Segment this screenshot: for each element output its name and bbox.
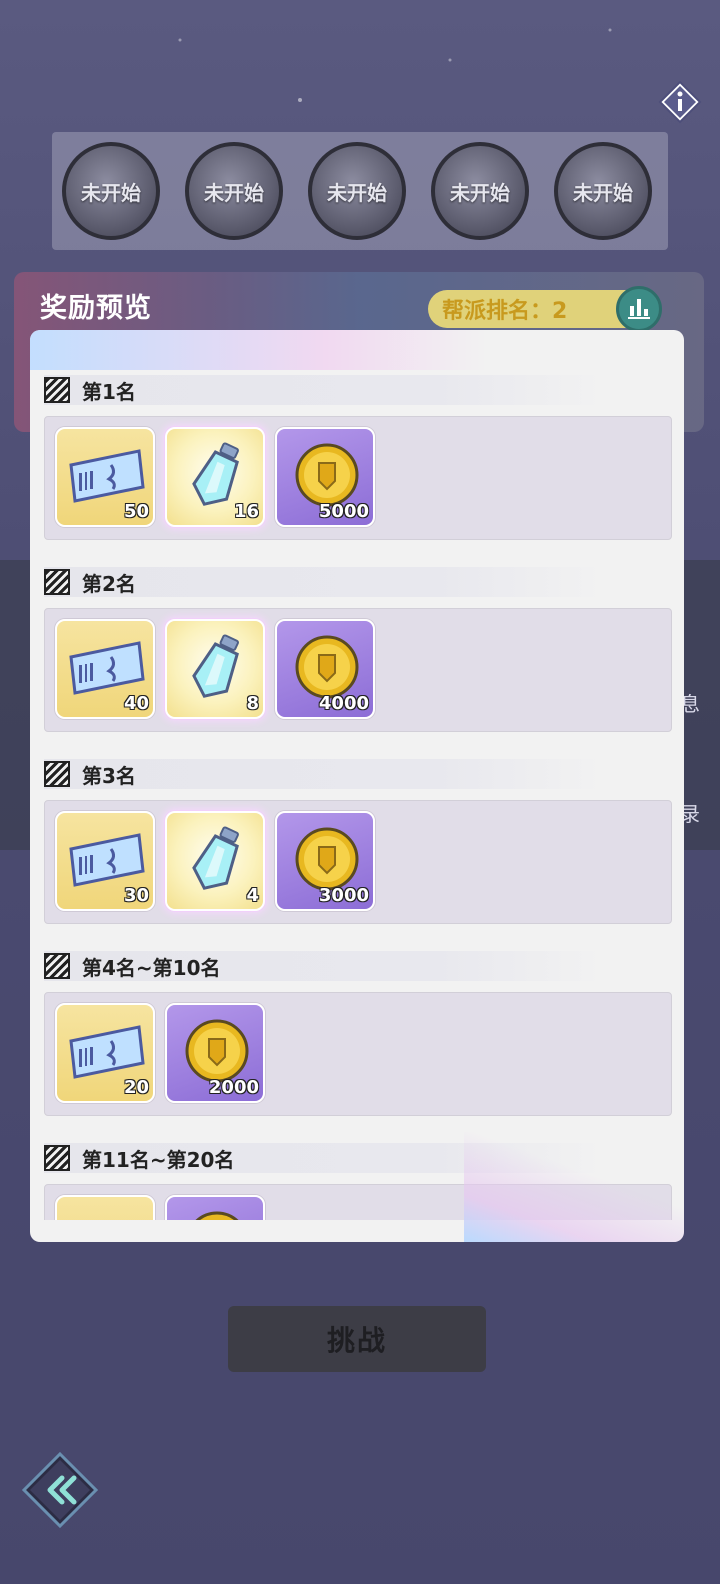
stripe-icon <box>44 953 70 979</box>
gold-coin-icon <box>195 1211 239 1220</box>
stage-node-5[interactable]: 未开始 <box>554 142 652 240</box>
reward-count: 8 <box>246 693 259 714</box>
tier-reward-box: 20 2000 <box>44 992 672 1116</box>
reward-item-gem[interactable]: 4 <box>165 811 265 911</box>
bar-chart-icon <box>628 299 650 319</box>
reward-count: 5000 <box>318 501 369 522</box>
tier-label: 第4名~第10名 <box>82 955 221 980</box>
stripe-icon <box>44 569 70 595</box>
reward-list[interactable]: 第1名 50 16 5000 第2名 40 8 4000 第3名 30 4 30… <box>30 330 684 1220</box>
reward-panel: 第1名 50 16 5000 第2名 40 8 4000 第3名 30 4 30… <box>30 330 684 1242</box>
reward-count: 50 <box>123 501 149 522</box>
stage-status: 未开始 <box>327 180 387 205</box>
tier-reward-box: 30 4 3000 <box>44 800 672 924</box>
stage-node-2[interactable]: 未开始 <box>185 142 283 240</box>
reward-count: 16 <box>233 501 259 522</box>
reward-count: 20 <box>123 1077 149 1098</box>
double-chevron-left-icon <box>21 1451 99 1529</box>
tier-header: 第2名 <box>44 567 604 597</box>
stage-node-1[interactable]: 未开始 <box>62 142 160 240</box>
reward-item-coin[interactable]: 3000 <box>275 811 375 911</box>
reward-count: 4 <box>246 885 259 906</box>
reward-item-coin[interactable]: 5000 <box>275 427 375 527</box>
reward-count: 2000 <box>208 1077 259 1098</box>
reward-item-ticket[interactable]: 30 <box>55 811 155 911</box>
stage-status: 未开始 <box>573 180 633 205</box>
back-button[interactable] <box>21 1451 99 1529</box>
reward-title: 奖励预览 <box>40 293 152 324</box>
stage-status: 未开始 <box>204 180 264 205</box>
tier-label: 第3名 <box>82 763 136 788</box>
stage-node-3[interactable]: 未开始 <box>308 142 406 240</box>
reward-item-coin[interactable]: 4000 <box>275 619 375 719</box>
reward-item-coin[interactable]: 2000 <box>165 1003 265 1103</box>
reward-item-gem[interactable]: 16 <box>165 427 265 527</box>
reward-count: 4000 <box>318 693 369 714</box>
guild-rank-label: 帮派排名：2 <box>442 299 568 324</box>
info-icon <box>658 80 702 124</box>
panel-glow <box>464 1132 684 1242</box>
reward-count: 40 <box>123 693 149 714</box>
info-button[interactable] <box>658 80 702 124</box>
reward-item-ticket[interactable]: 20 <box>55 1003 155 1103</box>
stripe-icon <box>44 1145 70 1171</box>
tier-header: 第1名 <box>44 375 604 405</box>
tier-reward-box: 50 16 5000 <box>44 416 672 540</box>
reward-item-ticket[interactable]: 40 <box>55 619 155 719</box>
stage-node-4[interactable]: 未开始 <box>431 142 529 240</box>
reward-item-ticket[interactable] <box>55 1195 155 1220</box>
tier-header: 第3名 <box>44 759 604 789</box>
tier-label: 第2名 <box>82 571 136 596</box>
stage-status: 未开始 <box>81 180 141 205</box>
tier-label: 第11名~第20名 <box>82 1147 235 1172</box>
reward-item-ticket[interactable]: 50 <box>55 427 155 527</box>
reward-count: 30 <box>123 885 149 906</box>
rank-button[interactable] <box>616 286 662 332</box>
reward-item-gem[interactable]: 8 <box>165 619 265 719</box>
tier-header: 第4名~第10名 <box>44 951 604 981</box>
challenge-button[interactable]: 挑战 <box>228 1306 486 1372</box>
tier-label: 第1名 <box>82 379 136 404</box>
reward-count: 3000 <box>318 885 369 906</box>
stage-status: 未开始 <box>450 180 510 205</box>
tier-reward-box: 40 8 4000 <box>44 608 672 732</box>
reward-item-coin[interactable] <box>165 1195 265 1220</box>
stripe-icon <box>44 761 70 787</box>
stripe-icon <box>44 377 70 403</box>
